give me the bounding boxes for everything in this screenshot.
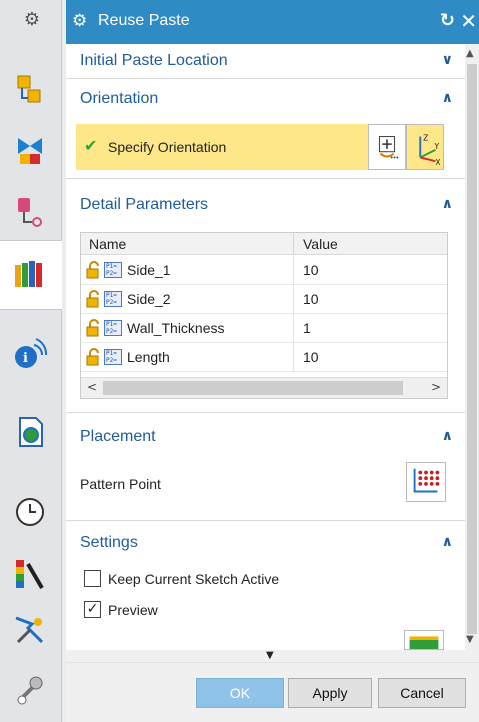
history-icon[interactable] bbox=[12, 494, 48, 530]
reset-icon[interactable]: ↻ bbox=[440, 10, 455, 31]
vertical-scrollbar[interactable]: ▲ ▼ bbox=[465, 44, 479, 650]
reuse-paste-dialog: ⚙ Reuse Paste ↻ ✕ Initial Paste Location… bbox=[66, 0, 479, 722]
parameter-value[interactable]: 10 bbox=[303, 349, 319, 365]
preview-label: Preview bbox=[108, 602, 158, 618]
reuse-library-icon[interactable] bbox=[12, 257, 48, 293]
parameter-icon: P1= P2= bbox=[104, 349, 122, 365]
resource-bar: ⚙ i bbox=[0, 0, 62, 722]
unlock-icon[interactable] bbox=[85, 348, 103, 366]
pattern-point-button[interactable] bbox=[406, 462, 446, 502]
svg-text:i: i bbox=[23, 351, 28, 366]
table-row[interactable]: P1= P2= Wall_Thickness 1 bbox=[81, 314, 447, 343]
chevron-up-icon[interactable]: ∧ bbox=[442, 428, 453, 444]
parameter-icon: P1= P2= bbox=[104, 320, 122, 336]
section-title: Initial Paste Location bbox=[80, 52, 228, 69]
svg-text:Z: Z bbox=[423, 133, 428, 142]
section-placement[interactable]: Placement ∧ bbox=[66, 420, 465, 454]
dialog-title: Reuse Paste bbox=[98, 12, 190, 29]
divider bbox=[66, 78, 465, 79]
display-options-icon[interactable] bbox=[404, 630, 444, 650]
roles-icon[interactable] bbox=[12, 672, 48, 708]
parameters-table: Name Value P1= P2= Side_1 10 P1= P2= Side_… bbox=[80, 232, 448, 399]
parameter-name: Length bbox=[127, 349, 170, 365]
unlock-icon[interactable] bbox=[85, 290, 103, 308]
system-materials-icon[interactable] bbox=[12, 556, 48, 592]
scrollbar-thumb[interactable] bbox=[467, 64, 477, 634]
keep-sketch-active-checkbox[interactable] bbox=[84, 570, 101, 587]
parameter-name: Side_2 bbox=[127, 291, 171, 307]
pattern-point-label: Pattern Point bbox=[80, 476, 161, 492]
chevron-up-icon[interactable]: ∧ bbox=[442, 196, 453, 212]
parameter-value[interactable]: 10 bbox=[303, 262, 319, 278]
divider bbox=[66, 520, 465, 521]
csys-orientation-icon[interactable]: Z Y X bbox=[406, 124, 444, 170]
chevron-up-icon[interactable]: ∧ bbox=[442, 534, 453, 550]
svg-text:X: X bbox=[435, 158, 440, 167]
section-title: Detail Parameters bbox=[80, 196, 209, 213]
ok-button[interactable]: OK bbox=[196, 678, 284, 708]
hd3d-tools-icon[interactable]: i bbox=[12, 335, 48, 371]
section-title: Placement bbox=[80, 428, 156, 445]
section-title: Orientation bbox=[80, 90, 159, 107]
column-header-name[interactable]: Name bbox=[89, 236, 126, 252]
settings-icon[interactable]: ⚙ bbox=[22, 10, 42, 30]
horizontal-scrollbar[interactable]: < > bbox=[81, 377, 447, 398]
parameter-value[interactable]: 1 bbox=[303, 320, 311, 336]
apply-button[interactable]: Apply bbox=[288, 678, 372, 708]
checkmark-icon: ✔ bbox=[84, 136, 98, 155]
process-studio-icon[interactable] bbox=[12, 612, 48, 648]
divider bbox=[66, 178, 465, 179]
parameter-icon: P1= P2= bbox=[104, 262, 122, 278]
title-bar: ⚙ Reuse Paste ↻ ✕ bbox=[66, 0, 479, 44]
expand-more-icon[interactable]: ▼ bbox=[266, 650, 274, 661]
scroll-left-icon[interactable]: < bbox=[87, 380, 97, 394]
section-initial-paste-location[interactable]: Initial Paste Location ∨ bbox=[66, 44, 465, 78]
scroll-down-icon[interactable]: ▼ bbox=[466, 634, 474, 645]
cancel-button[interactable]: Cancel bbox=[378, 678, 466, 708]
preview-checkbox[interactable]: ✓ bbox=[84, 601, 101, 618]
scroll-right-icon[interactable]: > bbox=[431, 380, 441, 394]
table-row[interactable]: P1= P2= Length 10 bbox=[81, 343, 447, 372]
table-row[interactable]: P1= P2= Side_1 10 bbox=[81, 256, 447, 285]
specify-orientation-row[interactable]: ✔ Specify Orientation bbox=[76, 124, 368, 170]
orientation-dialog-button[interactable] bbox=[368, 124, 406, 170]
parameter-value[interactable]: 10 bbox=[303, 291, 319, 307]
part-navigator-icon[interactable] bbox=[12, 194, 48, 230]
dialog-footer: OK Apply Cancel bbox=[66, 662, 479, 722]
dialog-gear-icon[interactable]: ⚙ bbox=[72, 12, 90, 30]
parameter-name: Side_1 bbox=[127, 262, 171, 278]
specify-orientation-label: Specify Orientation bbox=[108, 139, 227, 155]
unlock-icon[interactable] bbox=[85, 319, 103, 337]
unlock-icon[interactable] bbox=[85, 261, 103, 279]
table-row[interactable]: P1= P2= Side_2 10 bbox=[81, 285, 447, 314]
assembly-navigator-icon[interactable] bbox=[12, 72, 48, 108]
dialog-content: Initial Paste Location ∨ Orientation ∧ ✔… bbox=[66, 44, 465, 650]
scroll-up-icon[interactable]: ▲ bbox=[466, 48, 474, 59]
keep-sketch-active-label: Keep Current Sketch Active bbox=[108, 571, 280, 587]
section-settings[interactable]: Settings ∧ bbox=[66, 526, 465, 560]
chevron-down-icon[interactable]: ∨ bbox=[442, 52, 453, 68]
parameter-icon: P1= P2= bbox=[104, 291, 122, 307]
table-header: Name Value bbox=[81, 233, 447, 255]
svg-text:Y: Y bbox=[433, 142, 439, 151]
chevron-up-icon[interactable]: ∧ bbox=[442, 90, 453, 106]
column-header-value[interactable]: Value bbox=[303, 236, 338, 252]
section-orientation[interactable]: Orientation ∧ bbox=[66, 82, 465, 116]
section-detail-parameters[interactable]: Detail Parameters ∧ bbox=[66, 188, 465, 222]
parameter-name: Wall_Thickness bbox=[127, 320, 225, 336]
constraint-navigator-icon[interactable] bbox=[12, 132, 48, 168]
section-title: Settings bbox=[80, 534, 138, 551]
close-icon[interactable]: ✕ bbox=[460, 9, 477, 33]
scrollbar-thumb[interactable] bbox=[103, 381, 403, 395]
divider bbox=[66, 412, 465, 413]
web-browser-icon[interactable] bbox=[12, 414, 48, 450]
